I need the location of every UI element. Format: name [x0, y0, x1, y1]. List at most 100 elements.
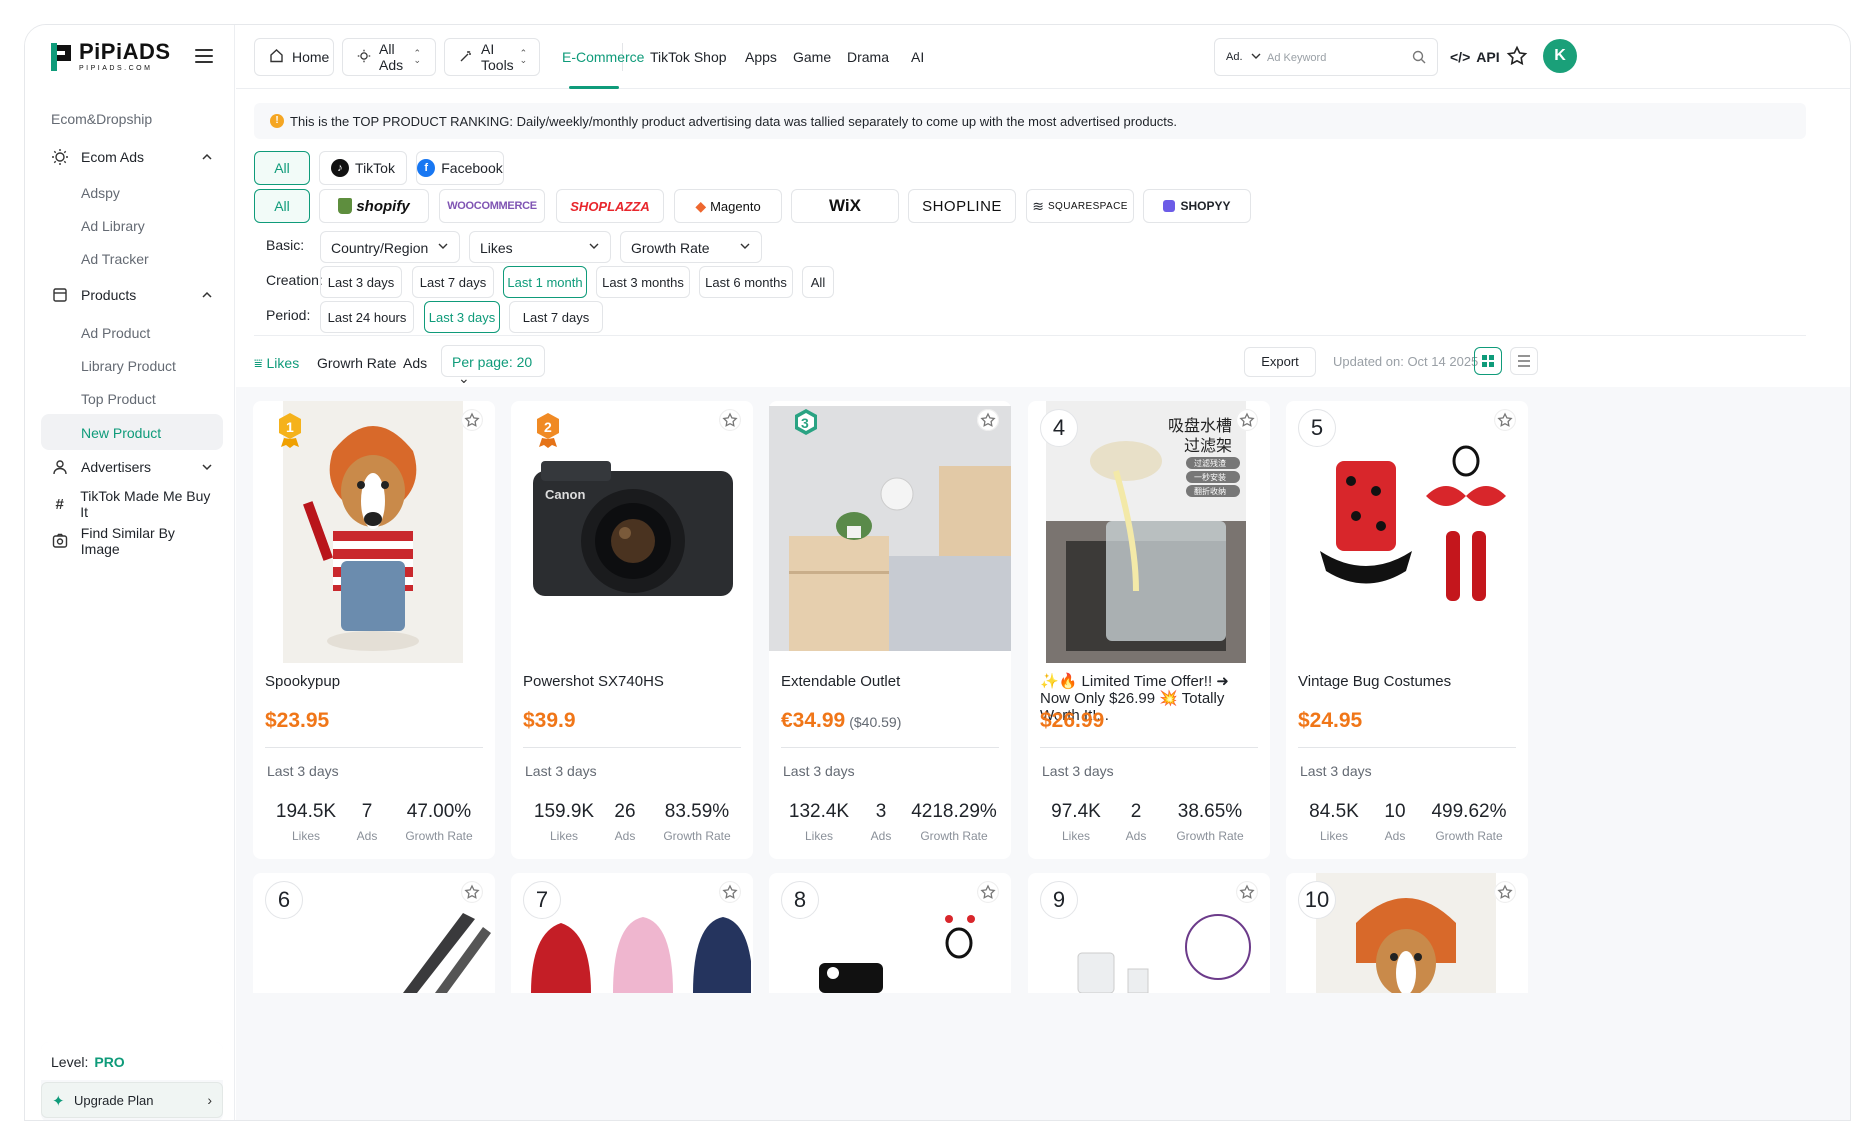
sidebar-item-top-product[interactable]: Top Product [81, 391, 156, 407]
likes-value: 132.4K [788, 801, 850, 822]
ai-tools-label: AI Tools [481, 41, 514, 73]
dog-costume-illustration [283, 401, 463, 663]
creation-last-7-days[interactable]: Last 7 days [412, 266, 494, 298]
ai-tools-button[interactable]: AI Tools ⌃ ⌄ [444, 38, 540, 76]
sort-growth-rate[interactable]: Growrh Rate [317, 355, 396, 371]
platform-all[interactable]: All [254, 151, 310, 185]
product-card[interactable]: 6 [253, 873, 495, 993]
logo[interactable]: PiPiADS PIPIADS.COM [51, 41, 171, 72]
creation-last-3-months[interactable]: Last 3 months [596, 266, 690, 298]
platform-facebook[interactable]: f Facebook [416, 151, 504, 185]
star-icon[interactable] [1236, 409, 1258, 431]
period-last-3-days[interactable]: Last 3 days [424, 301, 500, 333]
warning-icon: ! [270, 114, 284, 128]
likes-label: Likes [1061, 829, 1090, 843]
star-icon[interactable] [977, 881, 999, 903]
star-icon[interactable] [461, 409, 483, 431]
sidebar-item-find-similar[interactable]: Find Similar By Image [51, 524, 216, 558]
grid-view-icon[interactable] [1474, 347, 1502, 375]
product-card[interactable]: 3 Extendable Outlet €34.99 ($40.59) Last … [769, 401, 1011, 859]
sidebar-item-adspy[interactable]: Adspy [81, 185, 120, 201]
product-title[interactable]: Powershot SX740HS [523, 673, 743, 690]
likes-dropdown[interactable]: Likes [469, 231, 611, 263]
creation-last-1-month[interactable]: Last 1 month [503, 266, 587, 298]
store-shopline[interactable]: SHOPLINE [908, 189, 1016, 223]
avatar[interactable]: K [1543, 39, 1577, 73]
likes-value: 84.5K [1309, 801, 1359, 822]
sidebar-item-products[interactable]: Products [51, 278, 216, 312]
export-button[interactable]: Export [1244, 347, 1316, 377]
product-title[interactable]: Extendable Outlet [781, 673, 1001, 690]
rank-number: 3 [801, 415, 809, 431]
all-ads-button[interactable]: All Ads ⌃ ⌄ [342, 38, 436, 76]
product-card[interactable]: 10 [1286, 873, 1528, 993]
star-icon[interactable] [719, 409, 741, 431]
store-squarespace[interactable]: ≋ SQUARESPACE [1026, 189, 1134, 223]
product-card[interactable]: 7 [511, 873, 753, 993]
menu-toggle-icon[interactable] [195, 49, 213, 63]
tab-tiktok-shop[interactable]: TikTok Shop [650, 49, 727, 65]
home-button[interactable]: Home [254, 38, 334, 76]
sidebar-item-library-product[interactable]: Library Product [81, 358, 176, 374]
search-icon[interactable] [1411, 49, 1427, 65]
product-card[interactable]: 5 Vintage Bug Costumes $24.95 Last 3 day… [1286, 401, 1528, 859]
product-card[interactable]: 吸盘水槽 过滤架 过滤残渣 一秒安装 翻折收纳 4 ✨🔥 Limited Tim… [1028, 401, 1270, 859]
upgrade-plan-button[interactable]: ✦ Upgrade Plan › [41, 1082, 223, 1118]
product-title[interactable]: Spookypup [265, 673, 485, 690]
brand-sub: PIPIADS.COM [79, 65, 153, 72]
tab-drama[interactable]: Drama [847, 49, 889, 65]
store-all[interactable]: All [254, 189, 310, 223]
sidebar-item-ad-library[interactable]: Ad Library [81, 218, 145, 234]
sidebar-item-tiktok-made-me-buy[interactable]: # TikTok Made Me Buy It [51, 487, 216, 521]
creation-last-3-days[interactable]: Last 3 days [320, 266, 402, 298]
store-shopyy[interactable]: SHOPYY [1143, 189, 1251, 223]
growth-rate-dropdown[interactable]: Growth Rate [620, 231, 762, 263]
likes-stat: 84.5K Likes [1306, 801, 1362, 843]
api-button[interactable]: </> API [1450, 49, 1500, 65]
product-card[interactable]: 9 [1028, 873, 1270, 993]
star-icon[interactable] [977, 409, 999, 431]
store-label: Magento [710, 198, 761, 214]
platform-tiktok[interactable]: ♪ TikTok [319, 151, 407, 185]
likes-label: Likes [804, 829, 833, 843]
search-type-select[interactable]: Ad. [1226, 51, 1243, 63]
product-card[interactable]: 8 [769, 873, 1011, 993]
sidebar-item-ad-product[interactable]: Ad Product [81, 325, 150, 341]
product-card[interactable]: 1 Spookypup $23.95 Last 3 days 194.5K Lik… [253, 401, 495, 859]
list-view-icon[interactable] [1510, 347, 1538, 375]
sort-ads[interactable]: Ads [403, 355, 427, 371]
product-card[interactable]: Canon 2 Powershot SX740HS $39.9 Last 3 d… [511, 401, 753, 859]
sidebar-item-advertisers[interactable]: Advertisers [51, 450, 216, 484]
sort-likes[interactable]: ⩸ Likes [254, 355, 299, 372]
creation-last-6-months[interactable]: Last 6 months [699, 266, 793, 298]
star-icon[interactable] [1506, 45, 1528, 67]
star-icon[interactable] [1494, 409, 1516, 431]
store-woocommerce[interactable]: WOOCOMMERCE [439, 189, 545, 223]
chevron-down-icon: ⌄ [458, 370, 470, 386]
store-magento[interactable]: ◆ Magento [674, 189, 782, 223]
creation-all[interactable]: All [802, 266, 834, 298]
store-shoplazza[interactable]: SHOPLAZZA [556, 189, 664, 223]
tab-game[interactable]: Game [793, 49, 831, 65]
tab-e-commerce[interactable]: E-Commerce [562, 49, 644, 65]
creation-label: Creation: [266, 272, 323, 288]
growth-stat: 499.62% Growth Rate [1426, 801, 1512, 843]
sidebar-item-ad-tracker[interactable]: Ad Tracker [81, 251, 149, 267]
tab-ai[interactable]: AI [911, 49, 924, 65]
store-wix[interactable]: WiX [791, 189, 899, 223]
period-last-7-days[interactable]: Last 7 days [509, 301, 603, 333]
sidebar-item-ecom-ads[interactable]: Ecom Ads [51, 140, 216, 174]
per-page-select[interactable]: Per page: 20 ⌄ [441, 345, 545, 386]
country-region-dropdown[interactable]: Country/Region [320, 231, 460, 263]
tiktok-icon: ♪ [331, 159, 350, 177]
period-last-24-hours[interactable]: Last 24 hours [320, 301, 414, 333]
dropdown-label: Likes [480, 240, 513, 256]
product-title[interactable]: Vintage Bug Costumes [1298, 673, 1518, 690]
period-label: Period: [266, 307, 311, 323]
star-icon[interactable] [1494, 881, 1516, 903]
store-shopify[interactable]: shopify [319, 189, 429, 223]
search-input[interactable] [1267, 47, 1407, 69]
tab-apps[interactable]: Apps [745, 49, 777, 65]
app-window: PiPiADS PIPIADS.COM Ecom&Dropship Ecom A… [24, 24, 1851, 1121]
sidebar-item-new-product[interactable]: New Product [81, 425, 161, 441]
